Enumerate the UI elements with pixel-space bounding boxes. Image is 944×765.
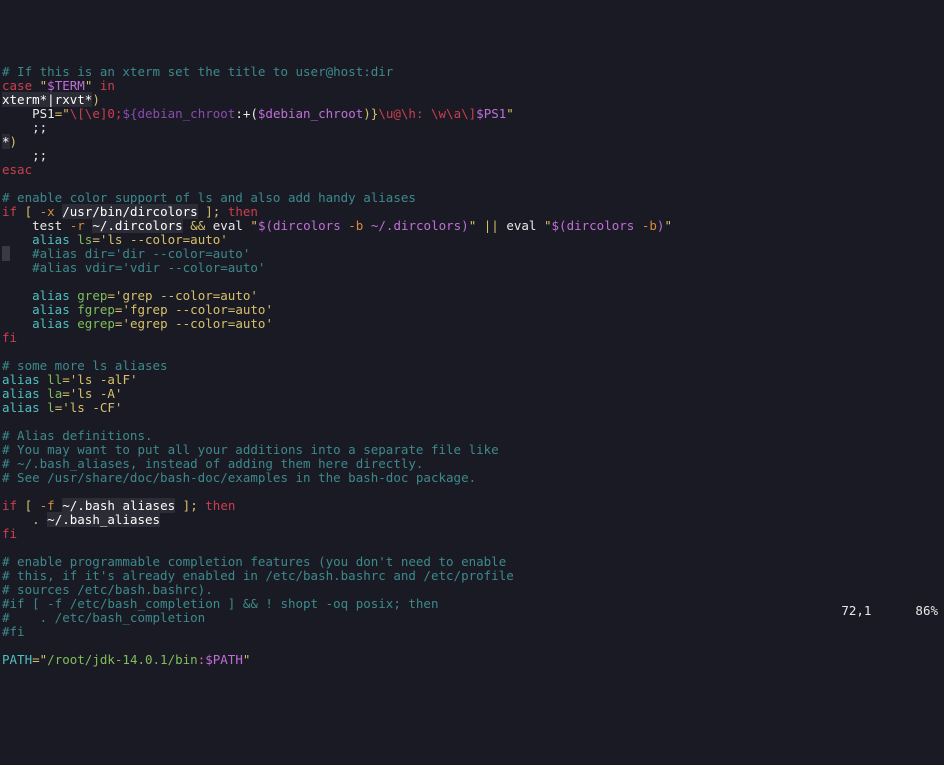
cursor-position: 72,1: [841, 604, 871, 618]
code-line: *): [2, 135, 944, 149]
code-line: test -r ~/.dircolors && eval "$(dircolor…: [2, 219, 944, 233]
code-line: alias ll='ls -alF': [2, 373, 944, 387]
code-line: [2, 639, 944, 653]
code-line: # sources /etc/bash.bashrc).: [2, 583, 944, 597]
code-line: alias la='ls -A': [2, 387, 944, 401]
code-line: # See /usr/share/doc/bash-doc/examples i…: [2, 471, 944, 485]
code-line: # enable color support of ls and also ad…: [2, 191, 944, 205]
code-line: # some more ls aliases: [2, 359, 944, 373]
code-line: if [ -x /usr/bin/dircolors ]; then: [2, 205, 944, 219]
code-line: #alias dir='dir --color=auto': [2, 247, 944, 261]
code-line: if [ -f ~/.bash_aliases ]; then: [2, 499, 944, 513]
code-line: [2, 177, 944, 191]
status-bar: 72,1 86%: [841, 604, 938, 618]
code-line: . ~/.bash_aliases: [2, 513, 944, 527]
code-line: PS1="\[\e]0;${debian_chroot:+($debian_ch…: [2, 107, 944, 121]
code-line: [2, 275, 944, 289]
code-line: # this, if it's already enabled in /etc/…: [2, 569, 944, 583]
code-line: PATH="/root/jdk-14.0.1/bin:$PATH": [2, 653, 944, 667]
code-line: fi: [2, 527, 944, 541]
code-line: alias ls='ls --color=auto': [2, 233, 944, 247]
code-line: # . /etc/bash_completion: [2, 611, 944, 625]
code-line: case "$TERM" in: [2, 79, 944, 93]
code-line: #alias vdir='vdir --color=auto': [2, 261, 944, 275]
code-line: [2, 415, 944, 429]
code-line: alias fgrep='fgrep --color=auto': [2, 303, 944, 317]
code-line: alias grep='grep --color=auto': [2, 289, 944, 303]
code-line: #if [ -f /etc/bash_completion ] && ! sho…: [2, 597, 944, 611]
code-line: # enable programmable completion feature…: [2, 555, 944, 569]
code-line: [2, 485, 944, 499]
code-line: # You may want to put all your additions…: [2, 443, 944, 457]
code-line: # If this is an xterm set the title to u…: [2, 65, 944, 79]
code-line: xterm*|rxvt*): [2, 93, 944, 107]
code-line: #fi: [2, 625, 944, 639]
code-line: [2, 541, 944, 555]
code-line: ;;: [2, 121, 944, 135]
code-line: fi: [2, 331, 944, 345]
code-editor[interactable]: # If this is an xterm set the title to u…: [0, 56, 944, 667]
code-line: # Alias definitions.: [2, 429, 944, 443]
code-line: [2, 345, 944, 359]
code-line: alias l='ls -CF': [2, 401, 944, 415]
code-line: ;;: [2, 149, 944, 163]
code-line: alias egrep='egrep --color=auto': [2, 317, 944, 331]
scroll-percent: 86%: [915, 604, 938, 618]
code-line: esac: [2, 163, 944, 177]
code-line: # ~/.bash_aliases, instead of adding the…: [2, 457, 944, 471]
